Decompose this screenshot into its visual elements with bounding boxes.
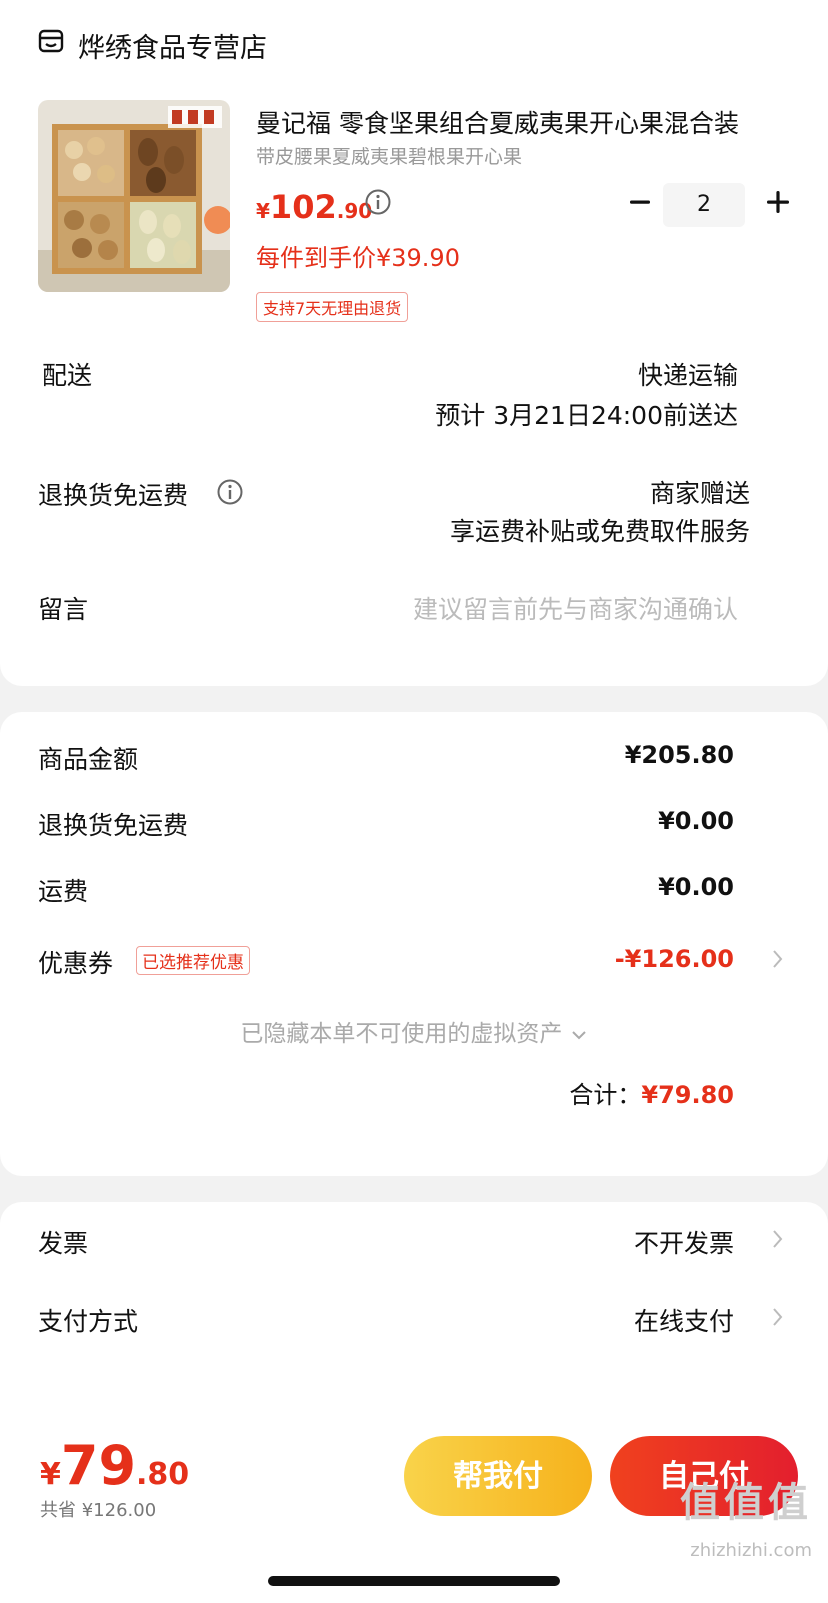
return-shipping-desc: 享运费补贴或免费取件服务 (449, 517, 750, 546)
payment-method-label: 支付方式 (38, 1307, 139, 1336)
delivery-label: 配送 (42, 361, 93, 390)
payment-chevron-icon[interactable] (770, 1306, 784, 1328)
message-label: 留言 (38, 595, 89, 624)
order-item-card: 烨绣食品专营店 曼记福 零食坚果组合夏威夷果开心果混合装 带皮腰果夏威夷果碧根果… (0, 0, 828, 686)
quantity-increase-button[interactable] (758, 182, 798, 222)
coupon-chevron-icon[interactable] (770, 948, 784, 970)
help-me-pay-button[interactable]: 帮我付 (404, 1436, 592, 1516)
return-fee-label: 退换货免运费 (38, 811, 189, 840)
watermark-logo: 值值值 (680, 1480, 812, 1526)
coupon-value[interactable]: -¥126.00 (615, 945, 734, 973)
return-shipping-label: 退换货免运费 (38, 481, 189, 510)
deal-price: 每件到手价¥39.90 (256, 244, 460, 272)
price-info-icon[interactable] (364, 188, 392, 216)
saved-amount: 共省 ¥126.00 (40, 1500, 157, 1521)
invoice-value[interactable]: 不开发票 (634, 1224, 734, 1260)
order-total: 合计：¥79.80 (569, 1075, 734, 1110)
delivery-method[interactable]: 快递运输 (638, 356, 738, 392)
quantity-input[interactable]: 2 (663, 183, 745, 227)
payment-method-value[interactable]: 在线支付 (634, 1302, 734, 1338)
goods-amount-label: 商品金额 (38, 745, 139, 774)
shipping-fee-value: ¥0.00 (658, 873, 734, 901)
product-price: ¥102.90 (256, 188, 373, 226)
hidden-assets-toggle[interactable]: 已隐藏本单不可使用的虚拟资产 (0, 1014, 828, 1048)
checkout-total-price: ¥79.80 (40, 1434, 190, 1497)
message-input[interactable]: 建议留言前先与商家沟通确认 (413, 590, 738, 626)
goods-amount-value: ¥205.80 (624, 741, 734, 769)
home-indicator[interactable] (268, 1576, 560, 1586)
watermark-site: zhizhizhi.com (690, 1540, 812, 1561)
return-policy-tag: 支持7天无理由退货 (256, 292, 409, 322)
store-name[interactable]: 烨绣食品专营店 (78, 26, 267, 65)
order-total-value: ¥79.80 (641, 1081, 734, 1109)
product-title[interactable]: 曼记福 零食坚果组合夏威夷果开心果混合装 (256, 104, 776, 140)
shipping-fee-label: 运费 (38, 877, 89, 906)
return-fee-value: ¥0.00 (658, 807, 734, 835)
store-icon (38, 29, 64, 53)
invoice-chevron-icon[interactable] (770, 1228, 784, 1250)
coupon-badge: 已选推荐优惠 (136, 946, 250, 975)
return-shipping-value: 商家赠送 (649, 479, 750, 508)
product-spec[interactable]: 带皮腰果夏威夷果碧根果开心果 (256, 142, 522, 169)
coupon-label: 优惠券 (38, 949, 114, 978)
quantity-decrease-button[interactable] (620, 182, 660, 222)
return-shipping-info-icon[interactable] (216, 478, 244, 506)
chevron-down-icon (571, 1030, 586, 1039)
delivery-eta: 预计 3月21日24:00前送达 (435, 401, 738, 430)
order-total-label: 合计： (569, 1081, 642, 1109)
invoice-label: 发票 (38, 1229, 89, 1258)
product-image[interactable] (38, 100, 230, 292)
